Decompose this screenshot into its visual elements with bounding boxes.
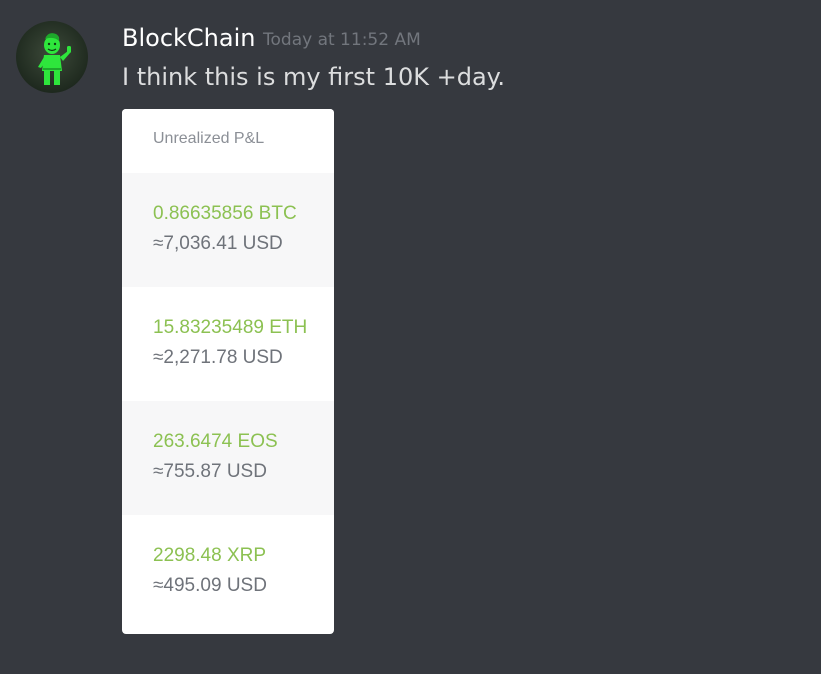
chat-message: BlockChain Today at 11:52 AM I think thi… <box>0 0 821 674</box>
pnl-header: Unrealized P&L <box>122 109 334 173</box>
pnl-screenshot-attachment[interactable]: Unrealized P&L 0.86635856 BTC ≈7,036.41 … <box>122 109 334 634</box>
vault-boy-icon <box>38 33 71 85</box>
pnl-usd-value: ≈495.09 USD <box>153 575 267 596</box>
pnl-amount: 263.6474 EOS <box>153 431 278 452</box>
pnl-usd-value: ≈2,271.78 USD <box>153 347 283 368</box>
pnl-row-xrp: 2298.48 XRP ≈495.09 USD <box>122 515 334 629</box>
pnl-title: Unrealized P&L <box>153 130 265 147</box>
pnl-row-btc: 0.86635856 BTC ≈7,036.41 USD <box>122 173 334 287</box>
avatar[interactable] <box>16 21 88 93</box>
pnl-amount: 2298.48 XRP <box>153 545 267 566</box>
message-timestamp: Today at 11:52 AM <box>263 30 421 50</box>
message-author[interactable]: BlockChain <box>122 22 255 54</box>
pnl-row-eos: 263.6474 EOS ≈755.87 USD <box>122 401 334 515</box>
pnl-usd-value: ≈7,036.41 USD <box>153 233 283 254</box>
message-content: I think this is my first 10K +day. <box>122 63 506 91</box>
pnl-amount: 15.83235489 ETH <box>153 317 308 338</box>
pnl-amount: 0.86635856 BTC <box>153 203 297 224</box>
pnl-usd-value: ≈755.87 USD <box>153 461 267 482</box>
pnl-row-eth: 15.83235489 ETH ≈2,271.78 USD <box>122 287 334 401</box>
